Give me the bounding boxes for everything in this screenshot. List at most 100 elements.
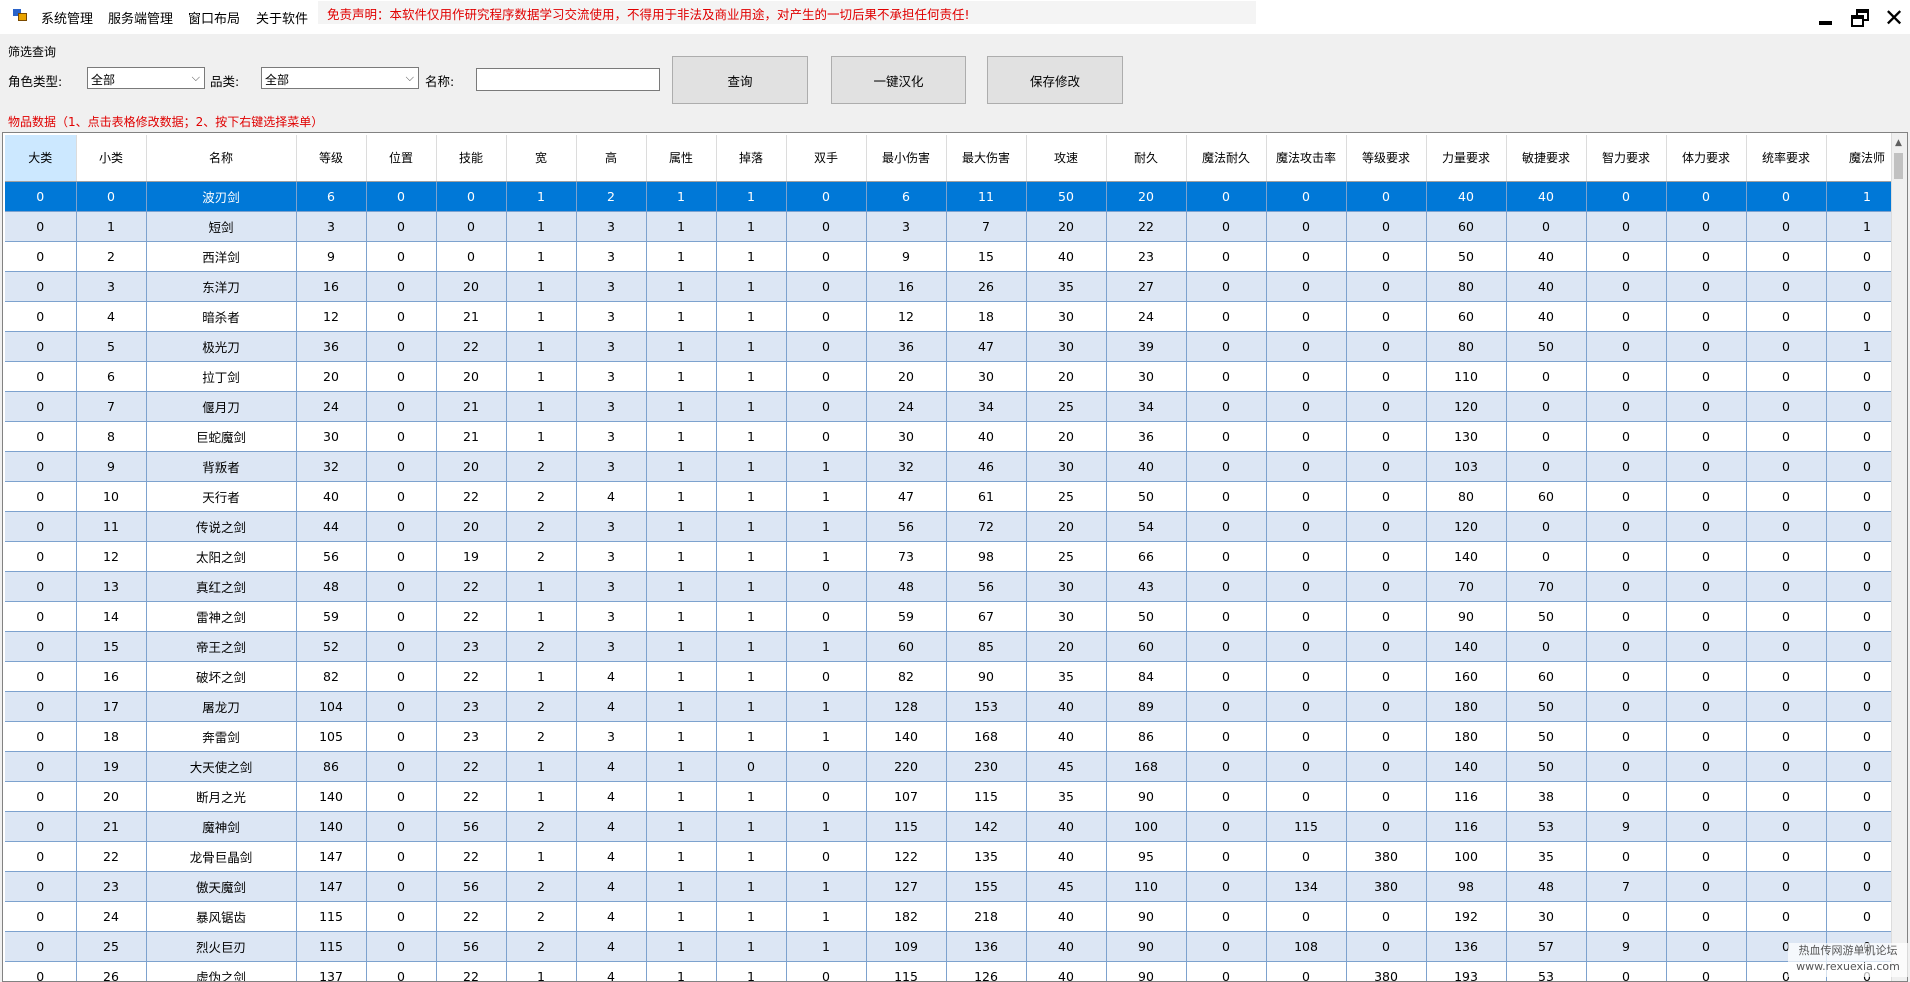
table-cell[interactable]: 0 [786,961,867,981]
table-cell[interactable]: 0 [1186,241,1267,272]
table-cell[interactable]: 40 [1026,241,1107,272]
table-cell[interactable]: 1 [716,901,787,932]
table-cell[interactable]: 30 [1106,361,1187,392]
table-cell[interactable]: 0 [1586,511,1667,542]
table-cell[interactable]: 0 [1666,181,1747,212]
table-cell[interactable]: 155 [946,871,1027,902]
table-cell[interactable]: 0 [1586,841,1667,872]
table-cell[interactable]: 0 [366,241,437,272]
table-cell[interactable]: 140 [866,721,947,752]
table-cell[interactable]: 40 [1026,691,1107,722]
table-cell[interactable]: 0 [1506,511,1587,542]
table-cell[interactable]: 192 [1426,901,1507,932]
table-cell[interactable]: 30 [1026,601,1107,632]
table-cell[interactable]: 0 [1266,361,1347,392]
table-cell[interactable]: 1 [646,181,717,212]
table-cell[interactable]: 9 [1586,931,1667,962]
table-cell[interactable]: 15 [76,631,147,662]
table-cell[interactable]: 0 [1266,541,1347,572]
table-cell[interactable]: 24 [76,901,147,932]
table-row[interactable]: 0 26 虚伪之剑 137 0 22 1 4 1 1 0 115 126 40 90 0 0 380 193 53 0 0… [5,961,1907,981]
table-cell[interactable]: 56 [296,541,367,572]
table-cell[interactable]: 1 [716,331,787,362]
table-row[interactable]: 0 15 帝王之剑 52 0 23 2 3 1 1 1 60 85 20 60 0 0 0 140 0 0 0 0 0 [5,631,1907,662]
table-cell[interactable]: 4 [576,751,647,782]
table-cell[interactable]: 0 [1666,691,1747,722]
table-row[interactable]: 0 21 魔神剑 140 0 56 2 4 1 1 1 115 142 40 100 0 115 0 116 53 9 0… [5,811,1907,842]
table-cell[interactable]: 9 [296,241,367,272]
table-cell[interactable]: 0 [1186,841,1267,872]
table-cell[interactable]: 116 [1426,781,1507,812]
table-cell[interactable]: 23 [436,691,507,722]
table-cell[interactable]: 1 [716,511,787,542]
table-cell[interactable]: 0 [786,421,867,452]
table-cell[interactable]: 22 [436,481,507,512]
table-cell[interactable]: 85 [946,631,1027,662]
table-cell[interactable]: 0 [5,871,77,902]
table-cell[interactable]: 4 [576,691,647,722]
table-cell[interactable]: 30 [1026,301,1107,332]
table-cell[interactable]: 破坏之剑 [146,661,297,692]
table-cell[interactable]: 0 [366,931,437,962]
table-cell[interactable]: 25 [1026,481,1107,512]
table-cell[interactable]: 1 [716,241,787,272]
table-cell[interactable]: 22 [436,751,507,782]
table-cell[interactable]: 30 [1026,451,1107,482]
table-cell[interactable]: 0 [1586,211,1667,242]
table-cell[interactable]: 0 [5,451,77,482]
table-cell[interactable]: 0 [1586,781,1667,812]
table-cell[interactable]: 0 [1186,721,1267,752]
column-header[interactable]: 魔法攻击率 [1266,135,1347,182]
table-cell[interactable]: 0 [1586,721,1667,752]
table-cell[interactable]: 66 [1106,541,1187,572]
table-cell[interactable]: 2 [506,511,577,542]
table-cell[interactable]: 2 [506,481,577,512]
table-cell[interactable]: 0 [1186,571,1267,602]
table-cell[interactable]: 40 [1026,721,1107,752]
table-cell[interactable]: 0 [1266,211,1347,242]
table-cell[interactable]: 3 [576,541,647,572]
table-cell[interactable]: 0 [1586,691,1667,722]
table-cell[interactable]: 40 [1506,271,1587,302]
table-cell[interactable]: 3 [866,211,947,242]
table-cell[interactable]: 0 [366,181,437,212]
table-cell[interactable]: 1 [646,571,717,602]
table-cell[interactable]: 7 [946,211,1027,242]
table-cell[interactable]: 21 [436,301,507,332]
table-cell[interactable]: 0 [5,601,77,632]
table-cell[interactable]: 5 [76,331,147,362]
table-cell[interactable]: 0 [5,181,77,212]
table-cell[interactable]: 0 [5,331,77,362]
table-cell[interactable]: 0 [786,271,867,302]
table-cell[interactable]: 90 [1106,781,1187,812]
table-cell[interactable]: 0 [1586,241,1667,272]
table-cell[interactable]: 1 [716,811,787,842]
minimize-icon[interactable] [1813,6,1837,30]
table-cell[interactable]: 140 [1426,541,1507,572]
table-cell[interactable]: 21 [436,391,507,422]
table-cell[interactable]: 0 [786,331,867,362]
table-cell[interactable]: 0 [1506,361,1587,392]
table-cell[interactable]: 116 [1426,811,1507,842]
table-cell[interactable]: 45 [1026,871,1107,902]
table-cell[interactable]: 1 [716,841,787,872]
table-cell[interactable]: 0 [1346,511,1427,542]
table-cell[interactable]: 22 [436,961,507,981]
table-cell[interactable]: 26 [946,271,1027,302]
table-cell[interactable]: 60 [866,631,947,662]
table-cell[interactable]: 230 [946,751,1027,782]
table-cell[interactable]: 0 [1266,961,1347,981]
table-cell[interactable]: 4 [76,301,147,332]
table-cell[interactable]: 0 [1586,901,1667,932]
table-cell[interactable]: 86 [1106,721,1187,752]
table-cell[interactable]: 1 [646,631,717,662]
column-header[interactable]: 名称 [146,135,297,182]
table-cell[interactable]: 0 [1586,451,1667,482]
table-cell[interactable]: 1 [646,211,717,242]
table-cell[interactable]: 180 [1426,691,1507,722]
table-cell[interactable]: 22 [436,331,507,362]
table-cell[interactable]: 0 [786,781,867,812]
column-header[interactable]: 统率要求 [1746,135,1827,182]
table-cell[interactable]: 3 [576,301,647,332]
table-cell[interactable]: 122 [866,841,947,872]
